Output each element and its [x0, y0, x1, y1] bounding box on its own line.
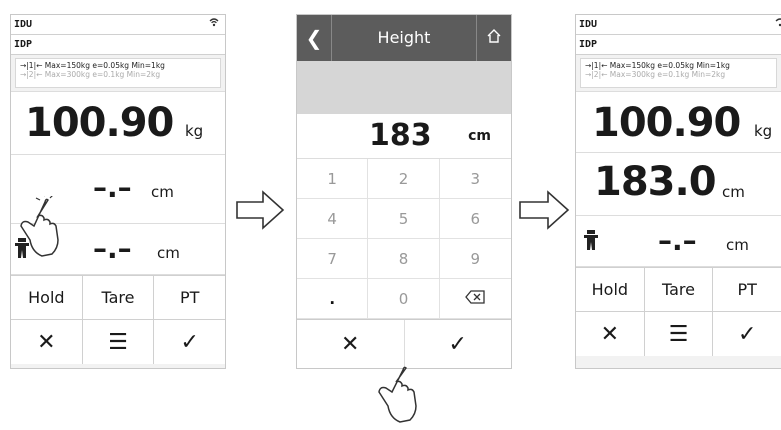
scale-screen-with-height: IDU IDP →|1|← Max=150kg e=0.05kg Min=1kg… [575, 14, 781, 369]
hold-button[interactable]: Hold [576, 268, 645, 311]
function-buttons: Hold Tare PT [11, 275, 225, 319]
weight-display: 100.90 kg [576, 91, 781, 153]
home-icon [486, 28, 502, 48]
person-icon [584, 230, 598, 254]
action-buttons: ✕ ☰ ✓ [11, 319, 225, 364]
chevron-left-icon: ❮ [305, 26, 323, 50]
action-buttons: ✕ ☰ ✓ [576, 311, 781, 356]
weight-unit: kg [185, 122, 204, 140]
key-decimal[interactable]: . [297, 279, 369, 319]
key-0[interactable]: 0 [368, 279, 440, 319]
range-2-text: →|2|← Max=300kg e=0.1kg Min=2kg [585, 70, 726, 79]
keypad-actions: ✕ ✓ [297, 319, 511, 368]
weight-display: 100.90 kg [11, 91, 225, 155]
bmi-unit: cm [157, 244, 180, 262]
cancel-button[interactable]: ✕ [11, 320, 83, 364]
menu-icon: ☰ [108, 329, 128, 355]
hold-button[interactable]: Hold [11, 276, 83, 319]
pt-button[interactable]: PT [154, 276, 225, 319]
wifi-icon [209, 15, 219, 34]
key-9[interactable]: 9 [439, 239, 511, 279]
bmi-field[interactable]: –.– cm [576, 216, 781, 267]
pt-button[interactable]: PT [713, 268, 781, 311]
key-5[interactable]: 5 [368, 199, 440, 239]
weight-value: 100.90 [592, 100, 741, 146]
idp-bar: IDP [576, 35, 781, 55]
weight-unit: kg [754, 122, 773, 140]
keypad-title: Height [377, 28, 431, 47]
height-keypad-screen: ❮ Height 183 cm 1 2 3 4 5 6 7 8 9 . 0 ✕ … [296, 14, 512, 369]
pointing-hand-icon [370, 366, 420, 430]
weight-value: 100.90 [25, 100, 174, 146]
close-icon: ✕ [600, 321, 620, 347]
menu-button[interactable]: ☰ [83, 320, 155, 364]
pointing-hand-icon [12, 191, 62, 266]
key-7[interactable]: 7 [297, 239, 369, 279]
idp-label: IDP [579, 39, 598, 50]
wifi-icon [775, 15, 781, 34]
key-3[interactable]: 3 [439, 159, 511, 199]
key-1[interactable]: 1 [297, 159, 369, 199]
back-button[interactable]: ❮ [297, 15, 332, 61]
bmi-placeholder: –.– [658, 224, 697, 257]
height-field[interactable]: 183.0 cm [576, 153, 781, 216]
height-entry-value: 183 [369, 118, 432, 153]
height-entry-unit: cm [468, 128, 491, 144]
home-button[interactable] [476, 15, 511, 61]
range-info: →|1|← Max=150kg e=0.05kg Min=1kg →|2|← M… [15, 58, 221, 88]
key-4[interactable]: 4 [297, 199, 369, 239]
idp-bar: IDP [11, 35, 225, 55]
bmi-placeholder: –.– [93, 232, 132, 265]
bmi-unit: cm [726, 236, 749, 254]
idp-label: IDP [14, 39, 33, 50]
idu-bar: IDU [576, 15, 781, 35]
close-icon: ✕ [341, 331, 360, 357]
menu-button[interactable]: ☰ [645, 312, 714, 356]
function-buttons: Hold Tare PT [576, 267, 781, 311]
key-2[interactable]: 2 [368, 159, 440, 199]
range-1-text: →|1|← Max=150kg e=0.05kg Min=1kg [585, 61, 730, 70]
backspace-icon [465, 289, 485, 308]
confirm-button[interactable]: ✓ [713, 312, 781, 356]
height-unit: cm [722, 183, 745, 201]
right-arrow-icon [235, 188, 285, 236]
height-placeholder: –.– [93, 171, 132, 204]
height-entry-field[interactable]: 183 cm [297, 114, 511, 159]
key-6[interactable]: 6 [439, 199, 511, 239]
range-info: →|1|← Max=150kg e=0.05kg Min=1kg →|2|← M… [580, 58, 777, 88]
check-icon: ✓ [180, 329, 199, 355]
idu-label: IDU [14, 19, 33, 30]
height-unit: cm [151, 183, 174, 201]
keypad-confirm-button[interactable]: ✓ [405, 320, 512, 368]
height-value: 183.0 [594, 159, 717, 205]
tare-button[interactable]: Tare [645, 268, 714, 311]
scale-screen-initial: IDU IDP →|1|← Max=150kg e=0.05kg Min=1kg… [10, 14, 226, 369]
right-arrow-icon [518, 188, 570, 236]
numeric-keypad: 1 2 3 4 5 6 7 8 9 . 0 [297, 159, 511, 319]
idu-label: IDU [579, 19, 598, 30]
key-8[interactable]: 8 [368, 239, 440, 279]
keypad-cancel-button[interactable]: ✕ [297, 320, 405, 368]
keypad-spacer [297, 61, 511, 114]
tare-button[interactable]: Tare [83, 276, 155, 319]
idu-bar: IDU [11, 15, 225, 35]
check-icon: ✓ [737, 321, 757, 347]
confirm-button[interactable]: ✓ [154, 320, 225, 364]
backspace-button[interactable] [439, 279, 511, 319]
close-icon: ✕ [37, 329, 56, 355]
keypad-header: ❮ Height [297, 15, 511, 61]
check-icon: ✓ [448, 331, 467, 357]
range-1-text: →|1|← Max=150kg e=0.05kg Min=1kg [20, 61, 165, 70]
cancel-button[interactable]: ✕ [576, 312, 645, 356]
menu-icon: ☰ [668, 321, 689, 347]
range-2-text: →|2|← Max=300kg e=0.1kg Min=2kg [20, 70, 161, 79]
